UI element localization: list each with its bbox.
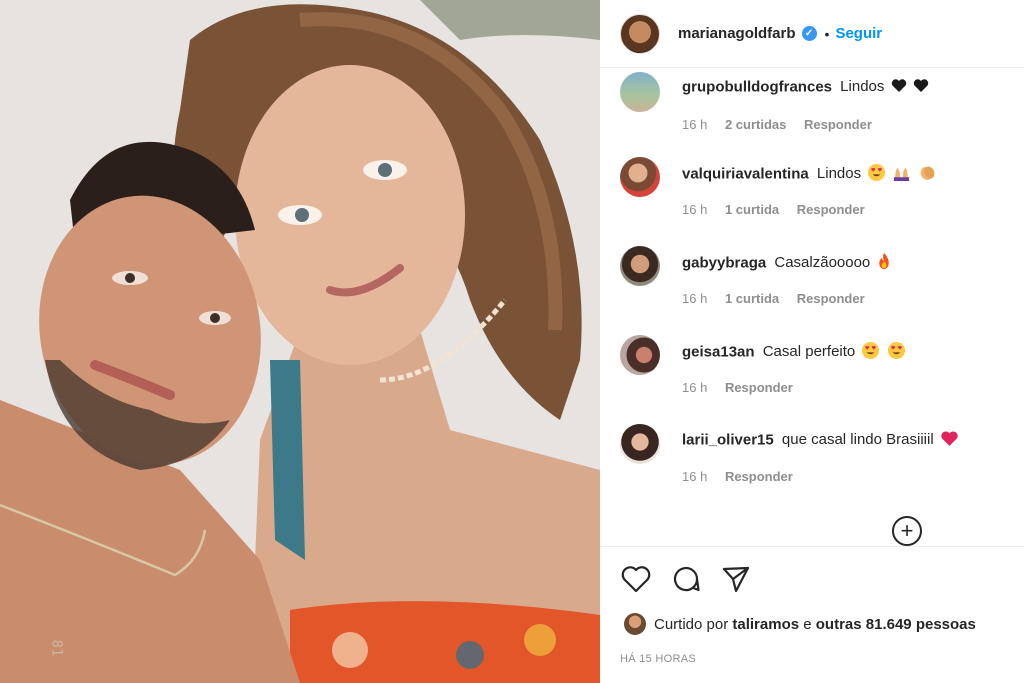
clap-icon [918, 163, 937, 186]
couple-photo-illustration [0, 0, 600, 683]
likes-others-link[interactable]: outras 81.649 pessoas [816, 616, 976, 633]
raised-hands-icon [892, 163, 911, 186]
reply-button[interactable]: Responder [804, 117, 872, 132]
liker-avatar[interactable] [624, 613, 646, 635]
comment-text: que casal lindo Brasiiiil [781, 431, 934, 449]
comment-username[interactable]: larii_oliver15 [682, 431, 774, 448]
comment-text: Lindos [840, 78, 885, 96]
comment-text: Casal perfeito [762, 343, 856, 361]
comment-time: 16 h [682, 202, 708, 217]
comment-text: Casalzãooooo [774, 254, 871, 272]
post-side-panel: marianagoldfarb ✓ • Seguir grupobulldogf… [600, 0, 1024, 683]
commenter-avatar[interactable] [620, 335, 660, 375]
reply-button[interactable]: Responder [797, 202, 865, 217]
comment-likes[interactable]: 1 curtida [725, 202, 779, 217]
reply-button[interactable]: Responder [797, 291, 865, 306]
separator-dot: • [824, 25, 830, 42]
comments-list[interactable]: grupobulldogfrances Lindos 16 h 2 curtid… [600, 68, 1024, 546]
liker-username[interactable]: taliramos [732, 616, 799, 633]
follow-button[interactable]: Seguir [835, 25, 882, 42]
reply-button[interactable]: Responder [725, 469, 793, 484]
heart-eyes-icon [887, 341, 906, 364]
commenter-avatar[interactable] [620, 72, 660, 112]
comment-time: 16 h [682, 117, 708, 132]
black-heart-icon [913, 78, 929, 97]
commenter-avatar[interactable] [620, 246, 660, 286]
black-heart-icon [891, 78, 907, 97]
commenter-avatar[interactable] [620, 424, 660, 464]
comment-username[interactable]: geisa13an [682, 343, 755, 360]
comment-time: 16 h [682, 380, 708, 395]
heart-eyes-icon [867, 163, 886, 186]
post-actions: Curtido por taliramos e outras 81.649 pe… [600, 546, 1024, 683]
add-comment-icon[interactable]: + [892, 516, 922, 546]
post-header: marianagoldfarb ✓ • Seguir [600, 0, 1024, 68]
comment-time: 16 h [682, 469, 708, 484]
post-timestamp: HÁ 15 HORAS [620, 653, 697, 665]
commenter-avatar[interactable] [620, 157, 660, 197]
fire-icon [876, 252, 892, 275]
heart-eyes-icon [861, 341, 880, 364]
comment-username[interactable]: valquiriavalentina [682, 165, 809, 182]
likes-joiner: e [803, 615, 812, 633]
reply-button[interactable]: Responder [725, 380, 793, 395]
post-photo: 81 [0, 0, 600, 683]
comment-icon[interactable] [670, 563, 702, 595]
author-avatar[interactable] [620, 13, 660, 54]
comment-likes[interactable]: 1 curtida [725, 291, 779, 306]
comment-text: Lindos [816, 165, 862, 183]
comment-likes[interactable]: 2 curtidas [725, 117, 786, 132]
author-username[interactable]: marianagoldfarb [678, 25, 796, 42]
heart-icon[interactable] [620, 563, 652, 595]
red-heart-icon [940, 430, 959, 451]
likes-prefix: Curtido por [654, 615, 729, 633]
photo-watermark: 81 [48, 639, 65, 657]
comment-time: 16 h [682, 291, 708, 306]
likes-summary: Curtido por taliramos e outras 81.649 pe… [624, 613, 976, 635]
comment-username[interactable]: gabyybraga [682, 254, 766, 271]
comment-username[interactable]: grupobulldogfrances [682, 78, 832, 95]
verified-icon: ✓ [801, 26, 817, 41]
share-icon[interactable] [720, 563, 752, 595]
